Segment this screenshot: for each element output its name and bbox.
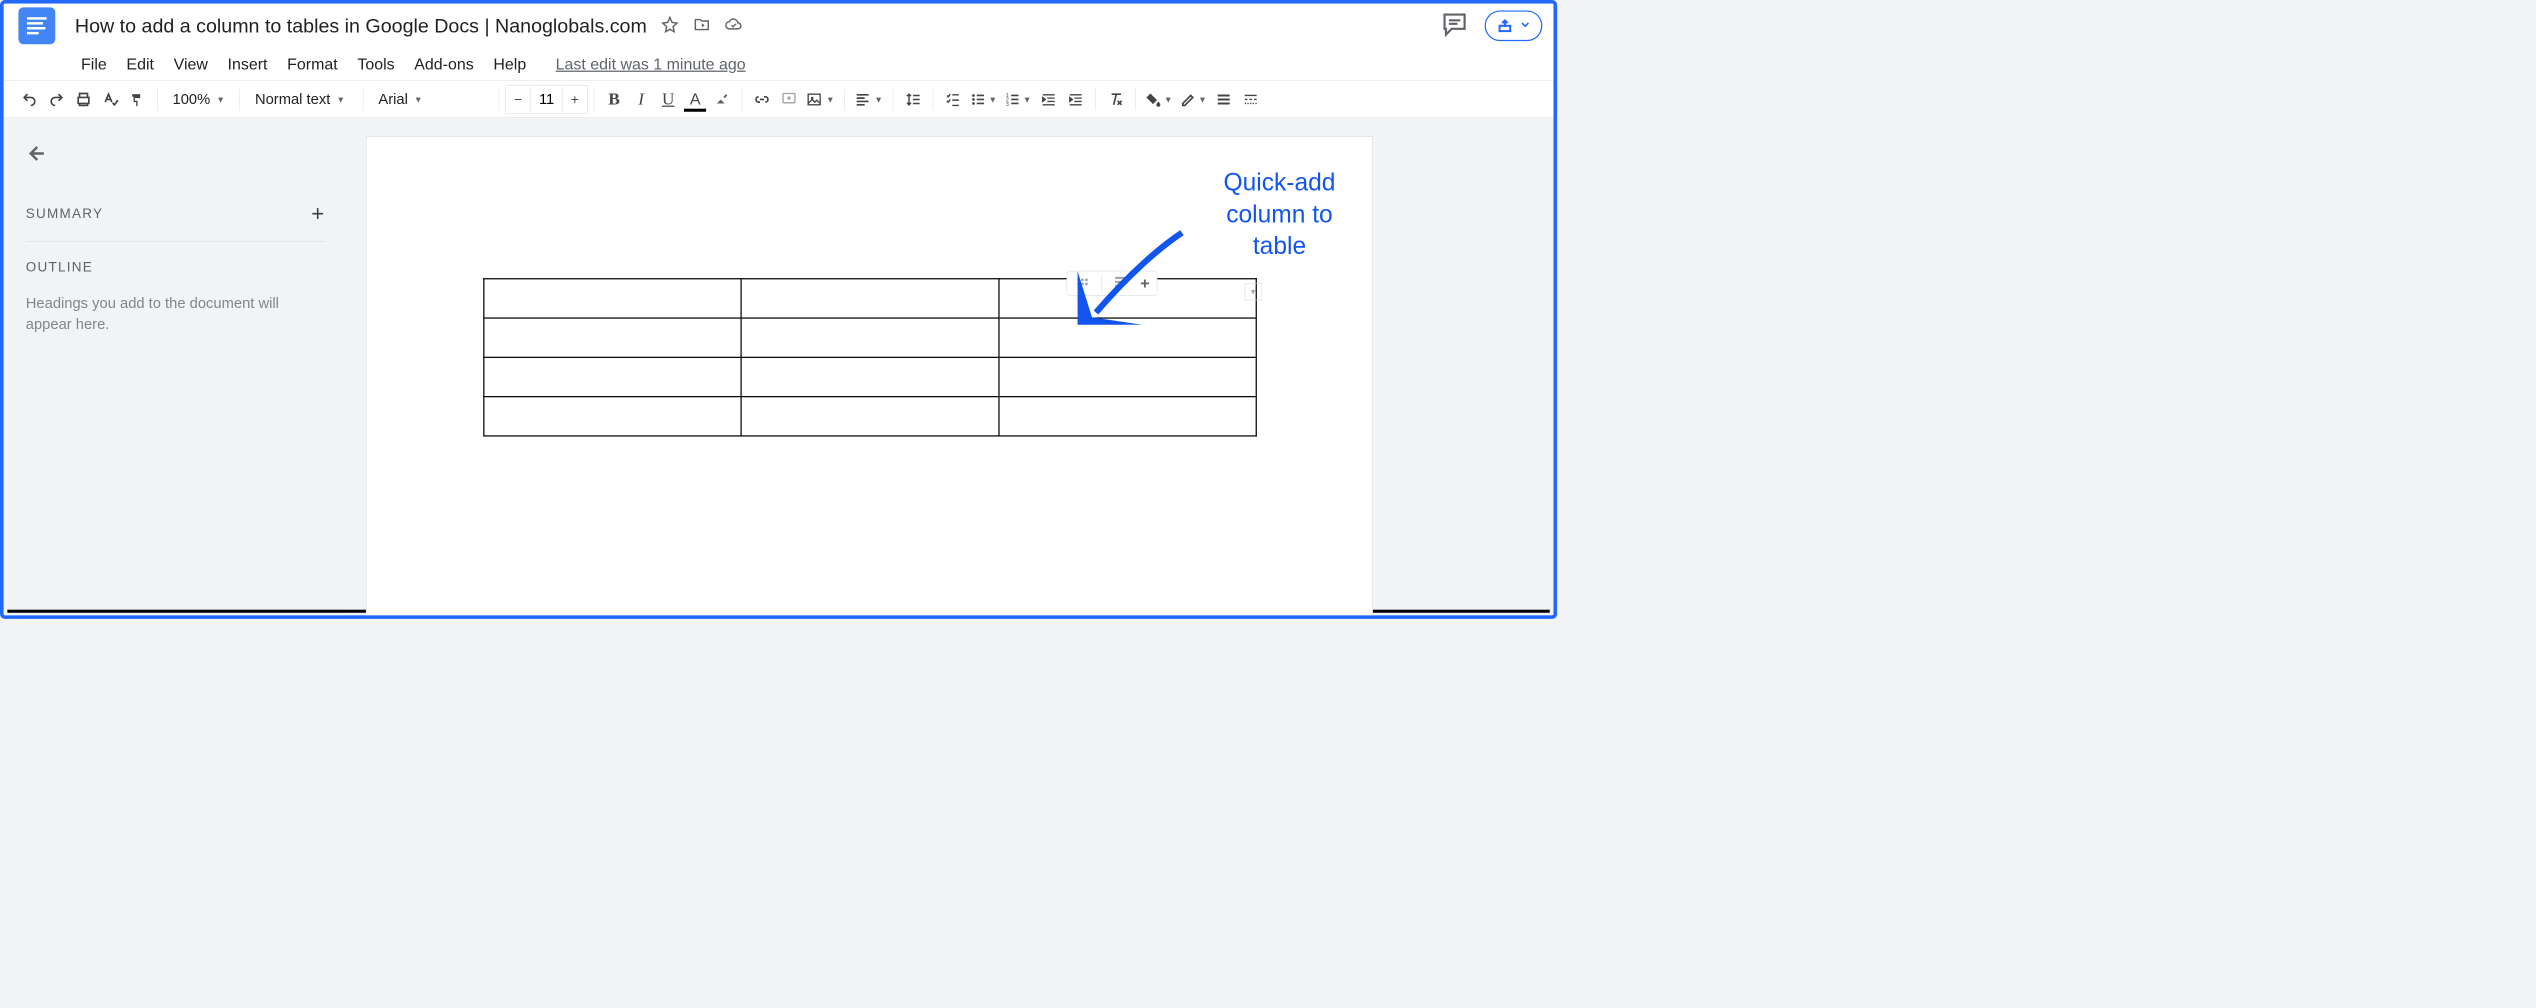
document-page[interactable]: + ▾ Quick-add column to table xyxy=(366,136,1373,615)
caret-down-icon: ▼ xyxy=(1198,94,1207,104)
border-dash-button[interactable] xyxy=(1237,86,1264,113)
outline-collapse-button[interactable] xyxy=(26,144,326,167)
separator xyxy=(1135,88,1136,110)
menu-format[interactable]: Format xyxy=(287,55,338,74)
separator xyxy=(1095,88,1096,110)
table-floating-toolbar[interactable]: + xyxy=(1067,271,1158,296)
separator xyxy=(594,88,595,110)
menu-addons[interactable]: Add-ons xyxy=(414,55,473,74)
table-options-button[interactable]: ▾ xyxy=(1245,283,1262,300)
add-summary-button[interactable]: + xyxy=(311,201,325,227)
annotation-label: Quick-add column to table xyxy=(1224,166,1336,262)
font-size-increase-button[interactable]: + xyxy=(563,86,588,113)
font-size-input[interactable] xyxy=(531,86,563,112)
summary-label: SUMMARY xyxy=(26,206,103,222)
decrease-indent-button[interactable] xyxy=(1035,86,1062,113)
caret-down-icon: ▼ xyxy=(216,94,225,104)
separator xyxy=(26,241,326,242)
paragraph-style-select[interactable]: Normal text ▼ xyxy=(246,86,357,113)
caret-down-icon: ▼ xyxy=(989,94,998,104)
menu-file[interactable]: File xyxy=(81,55,107,74)
caret-down-icon: ▼ xyxy=(874,94,883,104)
checklist-button[interactable] xyxy=(939,86,966,113)
caret-down-icon: ▼ xyxy=(1164,94,1173,104)
border-width-button[interactable] xyxy=(1210,86,1237,113)
underline-button[interactable]: U xyxy=(655,86,682,113)
separator xyxy=(499,88,500,110)
outline-label: OUTLINE xyxy=(26,259,326,275)
separator xyxy=(933,88,934,110)
zoom-select[interactable]: 100% ▼ xyxy=(164,86,234,113)
text-color-button[interactable]: A xyxy=(682,86,709,113)
clear-formatting-button[interactable] xyxy=(1102,86,1129,113)
menu-help[interactable]: Help xyxy=(493,55,526,74)
menu-edit[interactable]: Edit xyxy=(126,55,154,74)
increase-indent-button[interactable] xyxy=(1062,86,1089,113)
insert-image-button[interactable]: ▼ xyxy=(803,86,839,113)
sort-icon[interactable] xyxy=(1113,274,1129,293)
menu-view[interactable]: View xyxy=(174,55,208,74)
table-row[interactable] xyxy=(484,397,1256,436)
table-row[interactable] xyxy=(484,318,1256,357)
line-spacing-button[interactable] xyxy=(899,86,926,113)
menu-insert[interactable]: Insert xyxy=(228,55,268,74)
insert-link-button[interactable] xyxy=(749,86,776,113)
highlight-color-button[interactable] xyxy=(709,86,736,113)
align-button[interactable]: ▼ xyxy=(851,86,887,113)
font-family-select[interactable]: Arial ▼ xyxy=(370,86,493,113)
svg-text:3: 3 xyxy=(1006,102,1009,107)
document-title[interactable]: How to add a column to tables in Google … xyxy=(75,14,647,37)
paragraph-style-value: Normal text xyxy=(255,91,330,108)
numbered-list-button[interactable]: 123▼ xyxy=(1001,86,1035,113)
outline-empty-hint: Headings you add to the document will ap… xyxy=(26,293,326,334)
undo-button[interactable] xyxy=(16,86,43,113)
cloud-saved-icon[interactable] xyxy=(725,16,742,36)
italic-button[interactable]: I xyxy=(628,86,655,113)
comments-icon[interactable] xyxy=(1442,11,1468,40)
separator xyxy=(240,88,241,110)
caret-down-icon: ▼ xyxy=(336,94,345,104)
separator xyxy=(157,88,158,110)
move-icon[interactable] xyxy=(694,16,711,36)
docs-logo[interactable] xyxy=(18,7,55,44)
menu-tools[interactable]: Tools xyxy=(357,55,394,74)
border-color-button[interactable]: ▼ xyxy=(1176,86,1210,113)
last-edit-link[interactable]: Last edit was 1 minute ago xyxy=(556,55,746,74)
separator xyxy=(893,88,894,110)
separator xyxy=(1102,275,1103,292)
caret-down-icon: ▼ xyxy=(826,94,835,104)
separator xyxy=(844,88,845,110)
fill-color-button[interactable]: ▼ xyxy=(1142,86,1176,113)
add-comment-button[interactable] xyxy=(776,86,803,113)
caret-down-icon: ▼ xyxy=(1023,94,1032,104)
spellcheck-button[interactable] xyxy=(97,86,124,113)
paint-format-button[interactable] xyxy=(124,86,151,113)
font-size-decrease-button[interactable]: − xyxy=(506,86,531,113)
separator xyxy=(742,88,743,110)
zoom-value: 100% xyxy=(173,91,211,108)
outline-pane: SUMMARY + OUTLINE Headings you add to th… xyxy=(4,118,348,615)
add-column-button[interactable]: + xyxy=(1140,274,1149,293)
share-button[interactable] xyxy=(1485,10,1543,41)
separator xyxy=(363,88,364,110)
star-icon[interactable] xyxy=(662,16,679,36)
print-button[interactable] xyxy=(70,86,97,113)
document-table[interactable] xyxy=(483,278,1257,436)
caret-down-icon: ▼ xyxy=(414,94,423,104)
font-family-value: Arial xyxy=(378,91,407,108)
bulleted-list-button[interactable]: ▼ xyxy=(966,86,1000,113)
bold-button[interactable]: B xyxy=(601,86,628,113)
drag-handle-icon[interactable] xyxy=(1075,274,1091,293)
table-row[interactable] xyxy=(484,357,1256,396)
redo-button[interactable] xyxy=(43,86,70,113)
